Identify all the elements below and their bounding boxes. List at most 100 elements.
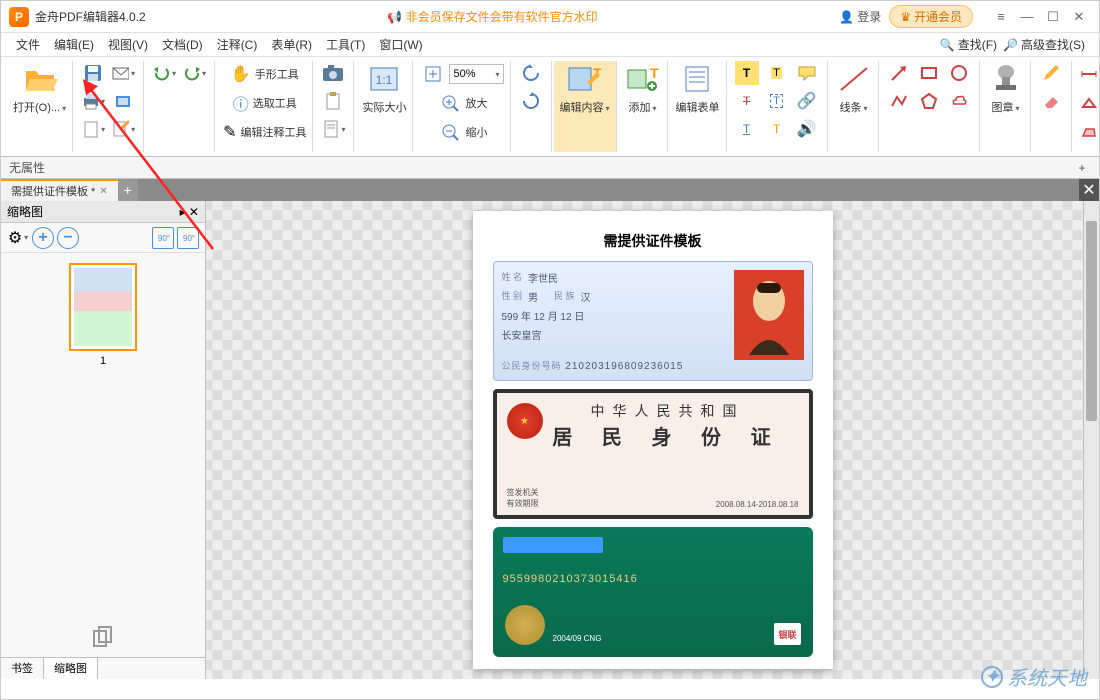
viewer[interactable]: 需提供证件模板 姓 名李世民 性 别男民 族汉 599 年 12 月 12 日 … — [206, 201, 1099, 679]
fit-icon[interactable] — [421, 62, 445, 86]
perimeter-button[interactable]: 周长 — [1080, 90, 1100, 116]
menu-document[interactable]: 文档(D) — [155, 36, 210, 53]
sidebar-tab-thumbnails[interactable]: 缩略图 — [44, 658, 98, 679]
pencil-button[interactable] — [1039, 61, 1063, 85]
vertical-scrollbar[interactable] — [1083, 201, 1099, 679]
polyline-button[interactable] — [887, 89, 911, 113]
arrow-button[interactable] — [887, 61, 911, 85]
page: 需提供证件模板 姓 名李世民 性 别男民 族汉 599 年 12 月 12 日 … — [473, 211, 833, 669]
menu-file[interactable]: 文件 — [9, 36, 47, 53]
vip-button[interactable]: ♛ 开通会员 — [889, 5, 973, 28]
save-button[interactable] — [81, 61, 105, 85]
menu-table[interactable]: 表单(R) — [264, 36, 319, 53]
tabbar-close-button[interactable]: ✕ — [1079, 179, 1099, 201]
national-emblem-icon: ★ — [507, 403, 543, 439]
menu-tools[interactable]: 工具(T) — [319, 36, 372, 53]
compose-button[interactable]: ▾ — [111, 117, 135, 141]
maximize-button[interactable]: ☐ — [1041, 9, 1065, 25]
rotate-right-button[interactable] — [519, 89, 543, 113]
zoom-out-button[interactable]: 缩小 — [438, 119, 488, 145]
coin-icon — [505, 605, 545, 645]
watermark: ✦ 系统天地 — [981, 662, 1087, 691]
sidebar-tab-bookmarks[interactable]: 书签 — [1, 658, 44, 679]
menu-button[interactable]: ≡ — [989, 9, 1013, 25]
mail-button[interactable]: ▾ — [111, 61, 135, 85]
add-button[interactable]: T 添加▾ — [625, 61, 661, 115]
open-button[interactable]: 打开(O)...▾ — [13, 61, 66, 115]
menubar: 文件 编辑(E) 视图(V) 文档(D) 注释(C) 表单(R) 工具(T) 窗… — [1, 33, 1099, 57]
document-tab[interactable]: 需提供证件模板 * ✕ — [1, 179, 118, 201]
undo-button[interactable]: ▾ — [152, 61, 176, 85]
select-tool-button[interactable]: ⓘ选取工具 — [233, 90, 297, 116]
side-panel: 缩略图 ▸ ✕ ⚙▾ + − 90° 90° 1 书签 缩略图 — [1, 201, 206, 679]
highlight-button[interactable]: T — [735, 61, 759, 85]
rotate-left-button[interactable] — [519, 61, 543, 85]
edit-content-button[interactable]: T 编辑内容▾ — [560, 61, 610, 115]
cloud-button[interactable] — [947, 89, 971, 113]
zoom-combo[interactable]: 50%▾ — [449, 64, 503, 84]
zoom-in-button[interactable]: 放大 — [438, 90, 488, 116]
minimize-button[interactable]: — — [1015, 9, 1039, 25]
link-button[interactable]: 🔗 — [795, 89, 819, 113]
watermark-icon: ✦ — [981, 666, 1003, 688]
svg-text:90°: 90° — [183, 234, 195, 243]
menu-window[interactable]: 窗口(W) — [372, 36, 429, 53]
distance-button[interactable]: 距离 — [1080, 61, 1100, 87]
page-thumbnail[interactable] — [69, 263, 137, 351]
find-button[interactable]: 🔍查找(F) — [940, 36, 997, 53]
unionpay-logo: 银联 — [774, 623, 800, 645]
area-button[interactable]: 面积 — [1080, 119, 1100, 145]
search-plus-icon: 🔎 — [1003, 38, 1018, 52]
edit-form-button[interactable]: 编辑表单 — [676, 61, 720, 115]
no-properties-label: 无属性 — [9, 159, 45, 176]
sound-button[interactable]: 🔊 — [795, 117, 819, 141]
clipboard-button[interactable] — [321, 89, 345, 113]
blank-button[interactable]: ▾ — [81, 117, 105, 141]
thumb-rotate-right-button[interactable]: 90° — [177, 227, 199, 249]
cursor-text-icon: ⓘ — [233, 91, 249, 115]
properties-add-button[interactable]: + — [1073, 161, 1091, 175]
print-button[interactable]: ▾ — [81, 89, 105, 113]
copy-icon[interactable] — [1, 617, 205, 657]
tab-close-button[interactable]: ✕ — [99, 186, 107, 197]
panel-menu-button[interactable]: ▸ ✕ — [180, 205, 199, 219]
eraser-button[interactable] — [1039, 89, 1063, 113]
adv-find-button[interactable]: 🔎高级查找(S) — [1003, 36, 1085, 53]
menu-view[interactable]: 视图(V) — [101, 36, 155, 53]
scan-button[interactable] — [111, 89, 135, 113]
id-card-front: 姓 名李世民 性 别男民 族汉 599 年 12 月 12 日 长安皇宫 公民身… — [493, 261, 813, 381]
polygon-button[interactable] — [917, 89, 941, 113]
close-button[interactable]: ✕ — [1067, 9, 1091, 25]
menu-comment[interactable]: 注释(C) — [210, 36, 265, 53]
edit-comment-tool-button[interactable]: ✎编辑注释工具 — [223, 119, 306, 145]
strikethrough-button[interactable]: T — [735, 89, 759, 113]
thumb-zoom-in-button[interactable]: + — [32, 227, 54, 249]
note-button[interactable] — [795, 61, 819, 85]
text-box-button[interactable]: T — [765, 89, 789, 113]
thumb-settings-button[interactable]: ⚙▾ — [7, 227, 29, 249]
thumb-rotate-left-button[interactable]: 90° — [152, 227, 174, 249]
rect-button[interactable] — [917, 61, 941, 85]
menu-edit[interactable]: 编辑(E) — [47, 36, 101, 53]
hand-icon: ✋ — [231, 64, 251, 84]
side-panel-title: 缩略图 ▸ ✕ — [1, 201, 205, 223]
doc-title: 需提供证件模板 — [488, 231, 818, 251]
new-tab-button[interactable]: + — [118, 179, 138, 201]
hand-tool-button[interactable]: ✋手形工具 — [231, 61, 299, 87]
redo-button[interactable]: ▾ — [182, 61, 206, 85]
snapshot-button[interactable] — [321, 61, 345, 85]
titlebar: P 金舟PDF编辑器4.0.2 📢 非会员保存文件会带有软件官方水印 👤 登录 … — [1, 1, 1099, 33]
stamp-button[interactable]: 图章▾ — [988, 61, 1024, 115]
thumb-zoom-out-button[interactable]: − — [57, 227, 79, 249]
zoom-out-icon — [438, 120, 462, 144]
actual-size-button[interactable]: 1:1 实际大小 — [362, 61, 406, 115]
text-highlight-button[interactable]: T — [765, 61, 789, 85]
svg-text:T: T — [650, 65, 659, 81]
insert-text-button[interactable]: T — [765, 117, 789, 141]
lines-button[interactable]: 线条▾ — [836, 61, 872, 115]
circle-button[interactable] — [947, 61, 971, 85]
login-button[interactable]: 👤 登录 — [839, 8, 881, 25]
bank-card: 9559980210373015416 2004/09 CNG 银联 — [493, 527, 813, 657]
doc-button[interactable]: ▾ — [321, 117, 345, 141]
underline-button[interactable]: T — [735, 117, 759, 141]
